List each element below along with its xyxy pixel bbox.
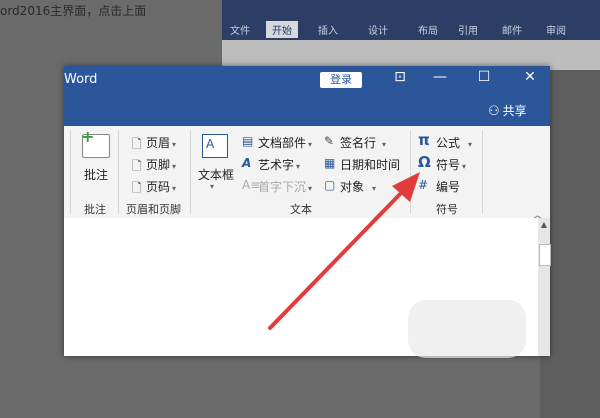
bg-tab-layout: 布局 — [418, 26, 438, 37]
page-number-icon: 🗋 — [132, 181, 142, 195]
header-button[interactable]: 页眉 ▾ — [146, 134, 176, 151]
group-separator — [190, 130, 191, 214]
header-footer-group-label: 页眉和页脚 — [126, 203, 181, 216]
title-bar: Word 登录 ⊡ — ☐ ✕ ⚇ 共享 — [64, 66, 550, 126]
wordart-icon: A — [242, 156, 252, 170]
vertical-scrollbar[interactable] — [538, 218, 550, 356]
wordart-button[interactable]: 艺术字 ▾ — [258, 156, 300, 173]
text-group-label: 文本 — [290, 203, 312, 216]
bg-tab-insert: 插入 — [318, 26, 338, 37]
bg-tab-file: 文件 — [230, 26, 250, 37]
footer-icon: 🗋 — [132, 159, 142, 173]
number-button[interactable]: 编号 — [436, 178, 460, 195]
bg-tab-references: 引用 — [458, 26, 478, 37]
symbols-group-label: 符号 — [436, 203, 458, 216]
textbox-button[interactable]: 文本框 — [198, 166, 234, 183]
blur-overlay — [408, 300, 526, 358]
object-button[interactable]: 对象 ▾ — [340, 178, 376, 195]
ribbon: + 批注 批注 🗋 页眉 ▾ 🗋 页脚 ▾ 🗋 页码 ▾ 页眉和页脚 A 文本框 ▾ … — [64, 126, 550, 219]
plus-icon: + — [81, 127, 95, 146]
bg-tab-design: 设计 — [368, 26, 388, 37]
group-separator — [118, 130, 119, 214]
drop-cap-button[interactable]: 首字下沉 ▾ — [258, 178, 312, 195]
quick-parts-icon: ▤ — [242, 134, 254, 148]
comment-group-label: 批注 — [84, 203, 106, 216]
maximize-icon[interactable]: ☐ — [474, 69, 494, 85]
comment-icon[interactable]: + — [81, 127, 110, 158]
textbox-dropdown-icon[interactable]: ▾ — [210, 182, 214, 191]
page-number-button[interactable]: 页码 ▾ — [146, 178, 176, 195]
share-button[interactable]: ⚇ 共享 — [488, 102, 527, 119]
textbox-icon[interactable]: A — [202, 134, 228, 158]
pi-icon: π — [418, 131, 430, 149]
signature-line-button[interactable]: 签名行 ▾ — [340, 134, 386, 151]
date-time-button[interactable]: 日期和时间 — [340, 156, 400, 173]
app-title: Word — [64, 72, 98, 87]
bg-tab-mailings: 邮件 — [502, 26, 522, 37]
scrollbar-thumb[interactable] — [539, 244, 551, 266]
object-icon: ▢ — [324, 178, 336, 192]
numbering-icon: # — [418, 178, 429, 192]
comment-button[interactable]: 批注 — [84, 166, 108, 183]
minimize-icon[interactable]: — — [430, 69, 450, 85]
footer-button[interactable]: 页脚 ▾ — [146, 156, 176, 173]
omega-icon: Ω — [418, 153, 431, 171]
ribbon-display-options-icon[interactable]: ⊡ — [390, 69, 410, 85]
group-separator — [70, 130, 71, 214]
group-separator — [482, 130, 483, 214]
user-icon: ⚇ — [488, 104, 500, 119]
background-word-window: 文件 开始 插入 设计 布局 引用 邮件 审阅 — [222, 0, 600, 70]
bg-tab-review: 审阅 — [546, 26, 566, 37]
login-button[interactable]: 登录 — [320, 72, 362, 88]
group-separator — [410, 130, 411, 214]
header-icon: 🗋 — [132, 137, 142, 151]
date-time-icon: ▦ — [324, 156, 336, 170]
signature-line-icon: ✎ — [324, 134, 335, 148]
scroll-up-icon[interactable]: ▲ — [538, 220, 550, 230]
tutorial-caption: ord2016主界面，点击上面 — [0, 4, 147, 18]
bg-tab-home: 开始 — [266, 21, 298, 38]
equation-button[interactable]: 公式 ▾ — [436, 134, 472, 151]
close-icon[interactable]: ✕ — [520, 69, 540, 85]
symbol-button[interactable]: 符号 ▾ — [436, 156, 466, 173]
share-label: 共享 — [502, 104, 527, 118]
background-tab-bar: 文件 开始 插入 设计 布局 引用 邮件 审阅 — [222, 21, 600, 40]
quick-parts-button[interactable]: 文档部件 ▾ — [258, 134, 312, 151]
